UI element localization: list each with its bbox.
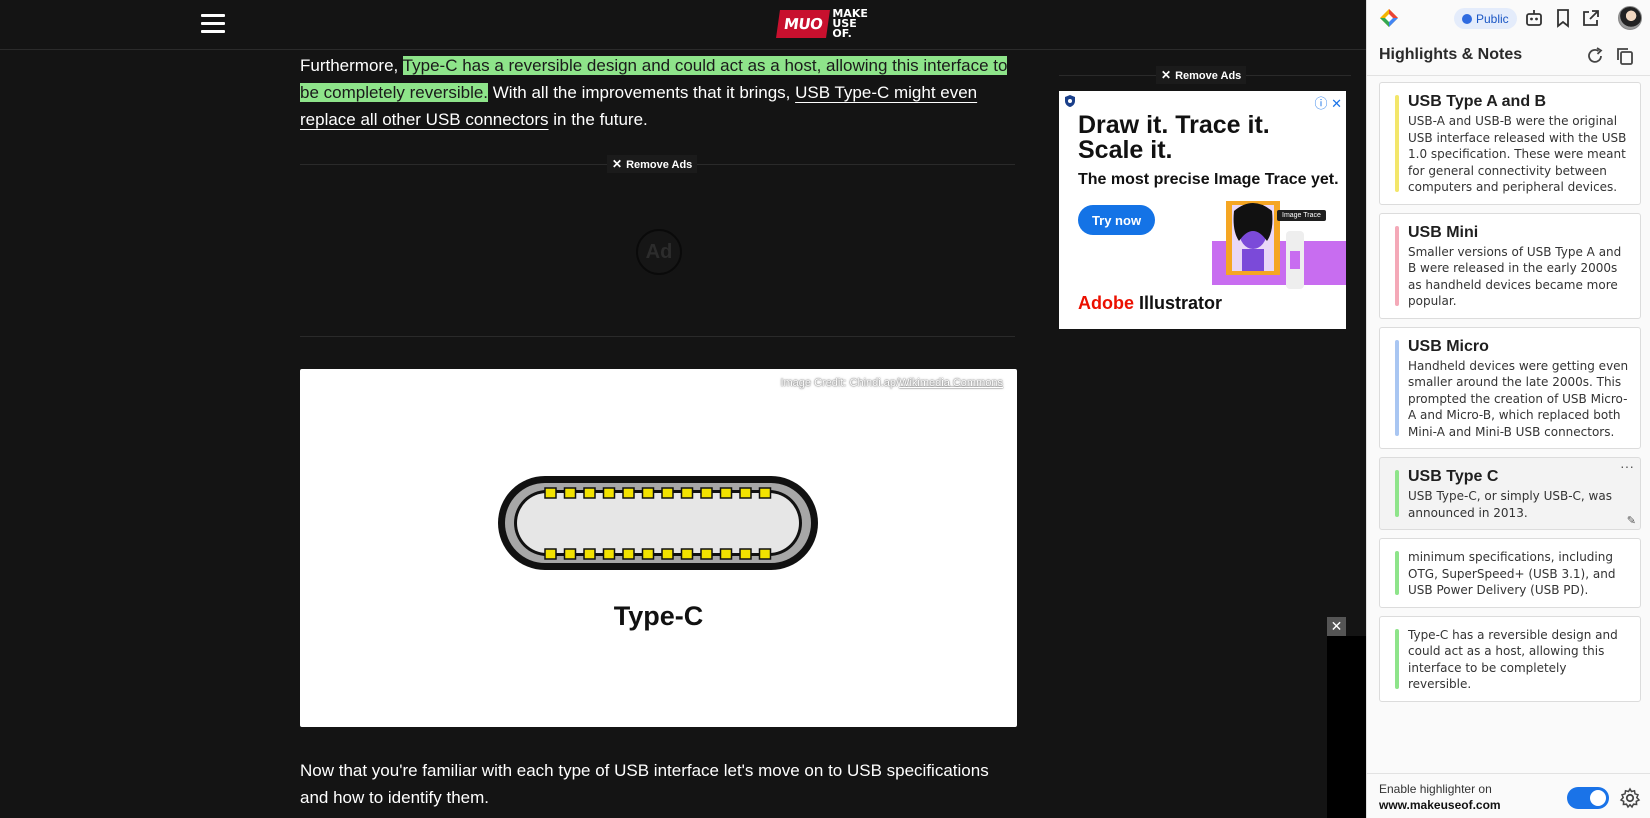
copy-icon[interactable] [1615,46,1635,66]
note-body: Handheld devices were getting even small… [1408,358,1629,439]
note-body: USB Type-C, or simply USB-C, was announc… [1408,489,1612,520]
connector-pin [700,548,713,560]
globe-icon [1462,13,1472,24]
note-card[interactable]: USB Micro Handheld devices were getting e… [1379,326,1641,449]
note-card[interactable]: USB Type C USB Type-C, or simply USB-C, w… [1379,457,1641,530]
connector-pin [700,487,713,499]
ad-subhead: The most precise Image Trace yet. [1078,171,1339,188]
panel-title: Highlights & Notes [1379,46,1523,63]
connector-pin [739,487,752,499]
note-card[interactable]: USB Mini Smaller versions of USB Type A a… [1379,212,1641,319]
connector-pin [622,487,635,499]
credit-link[interactable]: Wikimedia Commons [899,377,1003,389]
article-paragraph-2: Now that you're familiar with each type … [300,761,989,807]
close-icon: ✕ [612,157,623,171]
note-body: USB-A and USB-B were the original USB in… [1408,114,1627,194]
shield-icon [1065,95,1075,107]
connector-pin [602,487,616,499]
connector-pin [622,548,635,560]
note-card[interactable]: minimum specifications, including OTG, S… [1379,538,1641,608]
note-body: minimum specifications, including OTG, S… [1408,550,1616,597]
remove-ads-button[interactable]: ✕ Remove Ads [607,155,698,173]
divider [300,336,1015,337]
avatar[interactable] [1618,6,1642,30]
note-color-bar [1395,551,1399,595]
extension-logo-icon[interactable] [1379,8,1399,28]
logo-mark: MUO [776,10,831,38]
ad-headline: Draw it. Trace it. Scale it. [1078,111,1270,164]
connector-pin [563,548,577,560]
article-paragraph: Furthermore, Type-C has a reversible des… [300,56,1008,129]
connector-pin [661,548,674,560]
ad-placeholder: Ad [636,229,682,275]
panel-footer: Enable highlighter on www.makeuseof.com [1367,773,1650,818]
notes-list: USB Type A and B USB-A and USB-B were the… [1379,82,1641,710]
connector-pin [563,487,577,499]
connector-pin [544,548,557,560]
note-card[interactable]: USB Type A and B USB-A and USB-B were the… [1379,82,1641,205]
note-color-bar [1395,628,1399,689]
note-color-bar [1395,470,1399,517]
highlighter-toggle-label: Enable highlighter on www.makeuseof.com [1379,782,1501,812]
video-player[interactable] [1327,636,1367,818]
ad-cta-button[interactable]: Try now [1078,205,1155,235]
edit-icon[interactable]: ✎ [1627,514,1636,527]
connector-pin [680,487,694,499]
gear-icon[interactable] [1619,787,1641,809]
note-title: USB Micro [1408,337,1489,355]
logo-wordmark: MAKE USE OF. [832,7,868,40]
connector-pin [583,548,596,560]
highlighter-toggle[interactable] [1567,787,1609,809]
bookmark-icon[interactable] [1553,8,1573,28]
note-body: Type-C has a reversible design and could… [1408,627,1618,692]
more-options-icon[interactable]: ··· [1620,458,1634,474]
image-credit: Image Credit: Chindi.ap/Wikimedia Common… [780,377,1003,389]
video-close-button[interactable]: ✕ [1327,617,1346,636]
side-ad[interactable]: ⓘ ✕ Draw it. Trace it. Scale it. The most… [1059,91,1346,329]
note-color-bar [1395,339,1399,436]
article-figure: Image Credit: Chindi.ap/Wikimedia Common… [300,369,1017,727]
share-icon[interactable] [1581,8,1601,28]
remove-ads-button-side[interactable]: ✕ Remove Ads [1156,66,1247,84]
connector-pin [602,548,616,560]
note-body: Smaller versions of USB Type A and B wer… [1408,244,1622,309]
figure-caption: Type-C [613,601,704,631]
close-icon: ✕ [1161,68,1172,82]
ad-brand: Adobe Illustrator [1078,293,1223,313]
note-title: USB Mini [1408,223,1479,241]
connector-pin [758,548,772,560]
visibility-button[interactable]: Public [1454,8,1517,29]
usb-c-illustration [498,476,818,570]
menu-icon[interactable] [201,14,225,34]
panel-header: Highlights & Notes [1367,36,1650,76]
site-logo[interactable]: MUO MAKE USE OF. [776,7,868,40]
note-title: USB Type A and B [1408,93,1547,110]
note-title: USB Type C [1408,468,1499,485]
connector-pin [739,548,752,560]
connector-pin [758,487,772,499]
panel-toolbar: Public [1367,0,1650,36]
site-header: MUO MAKE USE OF. [0,0,1366,50]
connector-pin [719,548,733,560]
connector-pin [583,487,596,499]
note-card[interactable]: Type-C has a reversible design and could… [1379,615,1641,702]
highlights-panel: Public Highlights & Notes USB Type A and… [1366,0,1650,818]
ad-info-close-icons[interactable]: ⓘ ✕ [1314,93,1342,112]
note-color-bar [1395,225,1399,306]
image-trace-tag: Image Trace [1277,210,1326,221]
connector-pin [719,487,733,499]
note-color-bar [1395,95,1399,192]
connector-pin [641,487,655,499]
connector-pin [544,487,557,499]
robot-icon[interactable] [1524,8,1544,28]
connector-pin [661,487,674,499]
connector-pin [641,548,655,560]
refresh-icon[interactable] [1585,46,1605,66]
connector-pin [680,548,694,560]
